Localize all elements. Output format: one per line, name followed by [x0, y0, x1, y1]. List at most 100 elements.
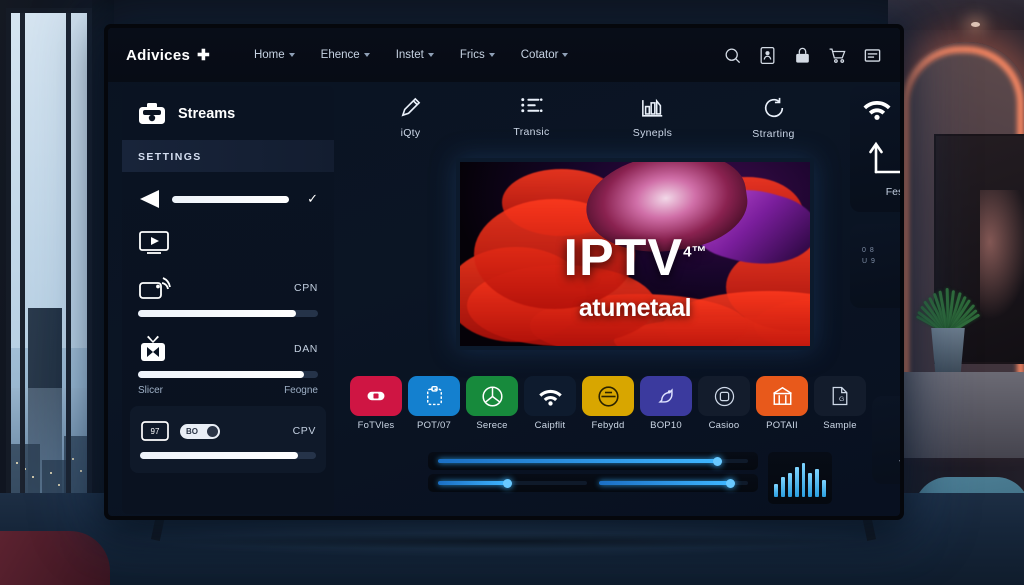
- sidebar-row-cpv[interactable]: 97 BO CPV: [130, 406, 326, 473]
- app-tile-potaii[interactable]: POTAII: [756, 376, 808, 431]
- artwork-image: IPTV4™ atumetaal: [460, 162, 810, 346]
- pencil-icon: [399, 96, 422, 119]
- account-icon[interactable]: [758, 46, 777, 65]
- app-tile-label: Febydd: [591, 420, 625, 431]
- progress-track[interactable]: [438, 456, 748, 466]
- tab-synepls[interactable]: Synepls: [608, 96, 698, 140]
- app-tile-label: Caipflit: [534, 420, 566, 431]
- chevron-down-icon: [288, 53, 295, 57]
- equalizer-bar: [815, 469, 820, 497]
- sidebar-row-cpn[interactable]: CPN: [122, 260, 334, 321]
- tab-label: iQty: [400, 127, 421, 139]
- refresh-icon: [762, 96, 786, 120]
- slider-track[interactable]: [172, 195, 290, 203]
- tab-transic[interactable]: Transic: [487, 96, 577, 140]
- slider-track[interactable]: [138, 371, 318, 378]
- progress-knob[interactable]: [502, 478, 512, 488]
- audio-equalizer: [768, 452, 832, 504]
- nav-item-cotator[interactable]: Cotator: [521, 49, 569, 61]
- circle-badge-icon: [698, 376, 750, 416]
- equalizer-bar: [780, 477, 785, 497]
- sidebar-row-monitor[interactable]: [122, 216, 334, 260]
- chevron-down-icon: [427, 53, 434, 57]
- sidebar-row-dan[interactable]: DAN Slicer Feogne: [122, 321, 334, 400]
- app-tile-sample[interactable]: G Sample: [814, 376, 866, 431]
- equalizer-bar: [794, 467, 799, 497]
- progress-knob[interactable]: [713, 456, 722, 466]
- app-tile-casioo[interactable]: Casioo: [698, 376, 750, 431]
- cart-icon[interactable]: [828, 46, 847, 65]
- app-tile-fotvles[interactable]: FoTVles: [350, 376, 402, 431]
- row-sub-left: Slicer: [138, 385, 164, 396]
- wireless-camera-icon: [138, 274, 172, 302]
- card-steeies[interactable]: 0 8 U 9 Steeies: [850, 224, 900, 308]
- progress-knob[interactable]: [726, 478, 736, 488]
- app-tile-row: FoTVles POT/07 Serece Caipflit Febydd BOP10 Ca…: [350, 376, 866, 431]
- app-tile-pot-07[interactable]: POT/07: [408, 376, 460, 431]
- sidebar-row-play[interactable]: ✓: [122, 172, 334, 216]
- menu-icon[interactable]: [863, 46, 882, 65]
- progress-track[interactable]: [599, 478, 748, 488]
- device-icon: 97: [140, 419, 170, 443]
- progress-track[interactable]: [438, 478, 587, 488]
- svg-text:97: 97: [151, 427, 160, 436]
- search-icon[interactable]: [723, 46, 742, 65]
- downlight: [971, 22, 980, 27]
- sidebar-header[interactable]: Streams: [122, 86, 334, 140]
- bird-icon: [640, 376, 692, 416]
- nav-item-instet[interactable]: Instet: [396, 49, 434, 61]
- tab-strarting[interactable]: Strarting: [729, 96, 819, 140]
- app-tile-serece[interactable]: Serece: [466, 376, 518, 431]
- window-frame: [6, 8, 92, 556]
- slider-track[interactable]: [140, 452, 316, 459]
- sidebar-section-settings: SETTINGS: [122, 140, 334, 172]
- ceiling: [888, 0, 1024, 30]
- nav-label: Instet: [395, 49, 424, 61]
- equalizer-bar: [801, 463, 806, 497]
- chevron-down-icon: [562, 53, 569, 57]
- app-tile-febydd[interactable]: Febydd: [582, 376, 634, 431]
- row-label-dan: DAN: [294, 343, 318, 355]
- slider-fill: [138, 371, 304, 378]
- featured-artwork[interactable]: IPTV4™ atumetaal: [456, 158, 814, 350]
- row-label-cpv: CPV: [292, 425, 316, 437]
- top-navigation-bar: Adivices ✚ Home Ehence Instet Frics Cota…: [108, 28, 900, 82]
- list-icon: [520, 96, 544, 118]
- main-panel: iQty Transic Synepls Strarting IPTV4™ at…: [344, 86, 866, 514]
- micro-readout: 0 8 U 9: [862, 247, 876, 265]
- window-city-view: [6, 8, 92, 556]
- nav-item-ehence[interactable]: Ehence: [321, 49, 370, 61]
- app-tile-caipflit[interactable]: Caipflit: [524, 376, 576, 431]
- cpv-toggle[interactable]: BO: [180, 423, 220, 439]
- chevron-down-icon: [488, 53, 495, 57]
- equalizer-bar: [774, 484, 778, 497]
- micro-top: 0 8: [862, 247, 875, 254]
- slider-fill: [140, 452, 299, 459]
- app-tile-label: BOP10: [650, 420, 682, 431]
- brand-logo[interactable]: Adivices ✚: [126, 46, 210, 65]
- card-blox[interactable]: BLOX OH Fesom effectioe: [850, 86, 900, 212]
- nav-item-frics[interactable]: Frics: [460, 49, 495, 61]
- nav-item-home[interactable]: Home: [254, 49, 295, 61]
- artwork-tm: 4™: [683, 243, 707, 261]
- tab-bar: iQty Transic Synepls Strarting: [344, 86, 840, 148]
- nav-label: Cotator: [520, 49, 559, 61]
- slider-track[interactable]: [138, 310, 318, 317]
- artwork-title: IPTV4™: [460, 232, 810, 284]
- tv-screen-ui: Adivices ✚ Home Ehence Instet Frics Cota…: [108, 28, 900, 516]
- equalizer-bar: [787, 472, 792, 497]
- app-tile-bop10[interactable]: BOP10: [640, 376, 692, 431]
- playback-controls: [428, 452, 758, 496]
- slider-fill: [172, 195, 290, 203]
- card-wert-eglan[interactable]: Wert Eglan: [872, 396, 900, 484]
- micro-bottom: U 9: [862, 258, 876, 265]
- progress-bar-group-1: [428, 452, 758, 470]
- card-caption: Fesom effectioe: [885, 186, 900, 198]
- tab-label: Transic: [513, 126, 550, 138]
- lock-icon[interactable]: [793, 46, 812, 65]
- wifi-icon: [862, 98, 892, 120]
- tab-iqty[interactable]: iQty: [366, 96, 456, 140]
- tab-label: Synepls: [632, 127, 673, 139]
- wifi-icon: [524, 376, 576, 416]
- media-console: [888, 372, 1024, 458]
